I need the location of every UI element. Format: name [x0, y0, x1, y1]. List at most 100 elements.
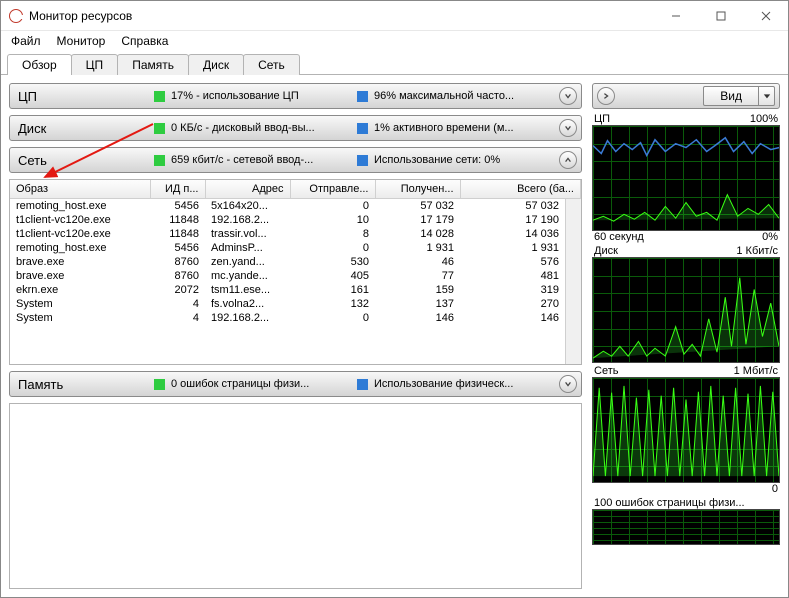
table-cell: 270: [460, 297, 565, 311]
table-cell: 0: [290, 241, 375, 255]
column-header[interactable]: Образ: [10, 180, 150, 199]
memory-empty-panel: [9, 403, 582, 589]
table-cell: 0: [290, 311, 375, 325]
dropdown-arrow-icon[interactable]: [758, 87, 774, 105]
chevron-down-icon[interactable]: [559, 375, 577, 393]
chevron-right-icon[interactable]: [597, 87, 615, 105]
minimize-button[interactable]: [653, 1, 698, 30]
maximize-button[interactable]: [698, 1, 743, 30]
table-cell: remoting_host.exe: [10, 199, 150, 213]
cpu-label: ЦП: [18, 89, 148, 104]
table-row[interactable]: System4fs.volna2...132137270: [10, 297, 565, 311]
column-header[interactable]: ИД п...: [150, 180, 205, 199]
table-cell: 14 028: [375, 227, 460, 241]
table-cell: t1client-vc120e.exe: [10, 227, 150, 241]
chart-title: Диск: [594, 245, 618, 257]
table-row[interactable]: ekrn.exe2072tsm11.ese...161159319: [10, 283, 565, 297]
menu-monitor[interactable]: Монитор: [55, 32, 108, 50]
tab-network[interactable]: Сеть: [243, 54, 300, 75]
column-header[interactable]: Получен...: [375, 180, 460, 199]
table-cell: ekrn.exe: [10, 283, 150, 297]
mem-chart-block: 100 ошибок страницы физи...: [592, 497, 780, 545]
menu-help[interactable]: Справка: [119, 32, 170, 50]
table-row[interactable]: remoting_host.exe54565x164x20...057 0325…: [10, 199, 565, 213]
close-button[interactable]: [743, 1, 788, 30]
tab-overview[interactable]: Обзор: [7, 54, 72, 75]
right-pane: Вид ЦП100% 60 секунд0% Диск1 Кбит/с: [588, 75, 788, 597]
chart-title: 100 ошибок страницы физи...: [594, 497, 745, 509]
table-cell: 5456: [150, 241, 205, 255]
table-cell: 2072: [150, 283, 205, 297]
resource-monitor-window: Монитор ресурсов Файл Монитор Справка Об…: [0, 0, 789, 598]
chart-title: Сеть: [594, 365, 618, 377]
disk-section-header[interactable]: Диск 0 КБ/с - дисковый ввод-вы... 1% акт…: [9, 115, 582, 141]
table-cell: 8: [290, 227, 375, 241]
table-row[interactable]: brave.exe8760zen.yand...53046576: [10, 255, 565, 269]
square-icon: [357, 155, 368, 166]
chart-foot-r: 0: [772, 483, 778, 495]
column-header[interactable]: Всего (ба...: [460, 180, 581, 199]
mem-chart: [592, 509, 780, 545]
table-cell: fs.volna2...: [205, 297, 290, 311]
view-button-label: Вид: [704, 89, 758, 103]
chart-max: 100%: [750, 113, 778, 125]
table-cell: 319: [460, 283, 565, 297]
cpu-section-header[interactable]: ЦП 17% - использование ЦП 96% максимальн…: [9, 83, 582, 109]
table-cell: zen.yand...: [205, 255, 290, 269]
column-header[interactable]: Адрес: [205, 180, 290, 199]
table-cell: brave.exe: [10, 255, 150, 269]
table-row[interactable]: System4192.168.2...0146146: [10, 311, 565, 325]
chevron-up-icon[interactable]: [559, 151, 577, 169]
tab-memory[interactable]: Память: [117, 54, 189, 75]
menu-file[interactable]: Файл: [9, 32, 43, 50]
table-cell: 192.168.2...: [205, 311, 290, 325]
square-icon: [154, 379, 165, 390]
square-icon: [357, 91, 368, 102]
table-row[interactable]: remoting_host.exe5456AdminsP...01 9311 9…: [10, 241, 565, 255]
table-cell: 11848: [150, 213, 205, 227]
disk-label: Диск: [18, 121, 148, 136]
app-icon: [9, 9, 23, 23]
memory-section-header[interactable]: Память 0 ошибок страницы физи... Использ…: [9, 371, 582, 397]
cpu-stat1: 17% - использование ЦП: [171, 90, 351, 102]
table-cell: 77: [375, 269, 460, 283]
tab-cpu[interactable]: ЦП: [71, 54, 119, 75]
table-row[interactable]: t1client-vc120e.exe11848trassir.vol...81…: [10, 227, 565, 241]
table-cell: 57 032: [375, 199, 460, 213]
table-cell: 17 179: [375, 213, 460, 227]
disk-stat1: 0 КБ/с - дисковый ввод-вы...: [171, 122, 351, 134]
table-cell: 5x164x20...: [205, 199, 290, 213]
table-cell: 57 032: [460, 199, 565, 213]
table-cell: 161: [290, 283, 375, 297]
net-stat1: 659 кбит/с - сетевой ввод-...: [171, 154, 351, 166]
charts-toolbar: Вид: [592, 83, 780, 109]
table-cell: trassir.vol...: [205, 227, 290, 241]
table-cell: 1 931: [460, 241, 565, 255]
table-row[interactable]: brave.exe8760mc.yande...40577481: [10, 269, 565, 283]
chart-foot-l: 60 секунд: [594, 231, 644, 243]
cpu-chart-block: ЦП100% 60 секунд0%: [592, 113, 780, 243]
chart-max: 1 Мбит/с: [734, 365, 778, 377]
chevron-down-icon[interactable]: [559, 119, 577, 137]
network-table: ОбразИД п...АдресОтправле...Получен...Вс…: [9, 179, 582, 365]
chevron-down-icon[interactable]: [559, 87, 577, 105]
net-chart-block: Сеть 1 Мбит/с 0: [592, 365, 780, 495]
mem-stat1: 0 ошибок страницы физи...: [171, 378, 351, 390]
table-cell: 17 190: [460, 213, 565, 227]
table-row[interactable]: t1client-vc120e.exe11848192.168.2...1017…: [10, 213, 565, 227]
square-icon: [154, 155, 165, 166]
mem-stat2: Использование физическ...: [374, 378, 553, 390]
table-cell: 5456: [150, 199, 205, 213]
network-section-header[interactable]: Сеть 659 кбит/с - сетевой ввод-... Испол…: [9, 147, 582, 173]
disk-chart: [592, 257, 780, 363]
vertical-scrollbar[interactable]: [565, 199, 581, 364]
view-button[interactable]: Вид: [703, 86, 775, 106]
column-header[interactable]: Отправле...: [290, 180, 375, 199]
title-bar: Монитор ресурсов: [1, 1, 788, 31]
tab-disk[interactable]: Диск: [188, 54, 244, 75]
table-cell: 14 036: [460, 227, 565, 241]
table-cell: AdminsP...: [205, 241, 290, 255]
tab-bar: Обзор ЦП Память Диск Сеть: [1, 51, 788, 75]
square-icon: [357, 379, 368, 390]
table-cell: 137: [375, 297, 460, 311]
